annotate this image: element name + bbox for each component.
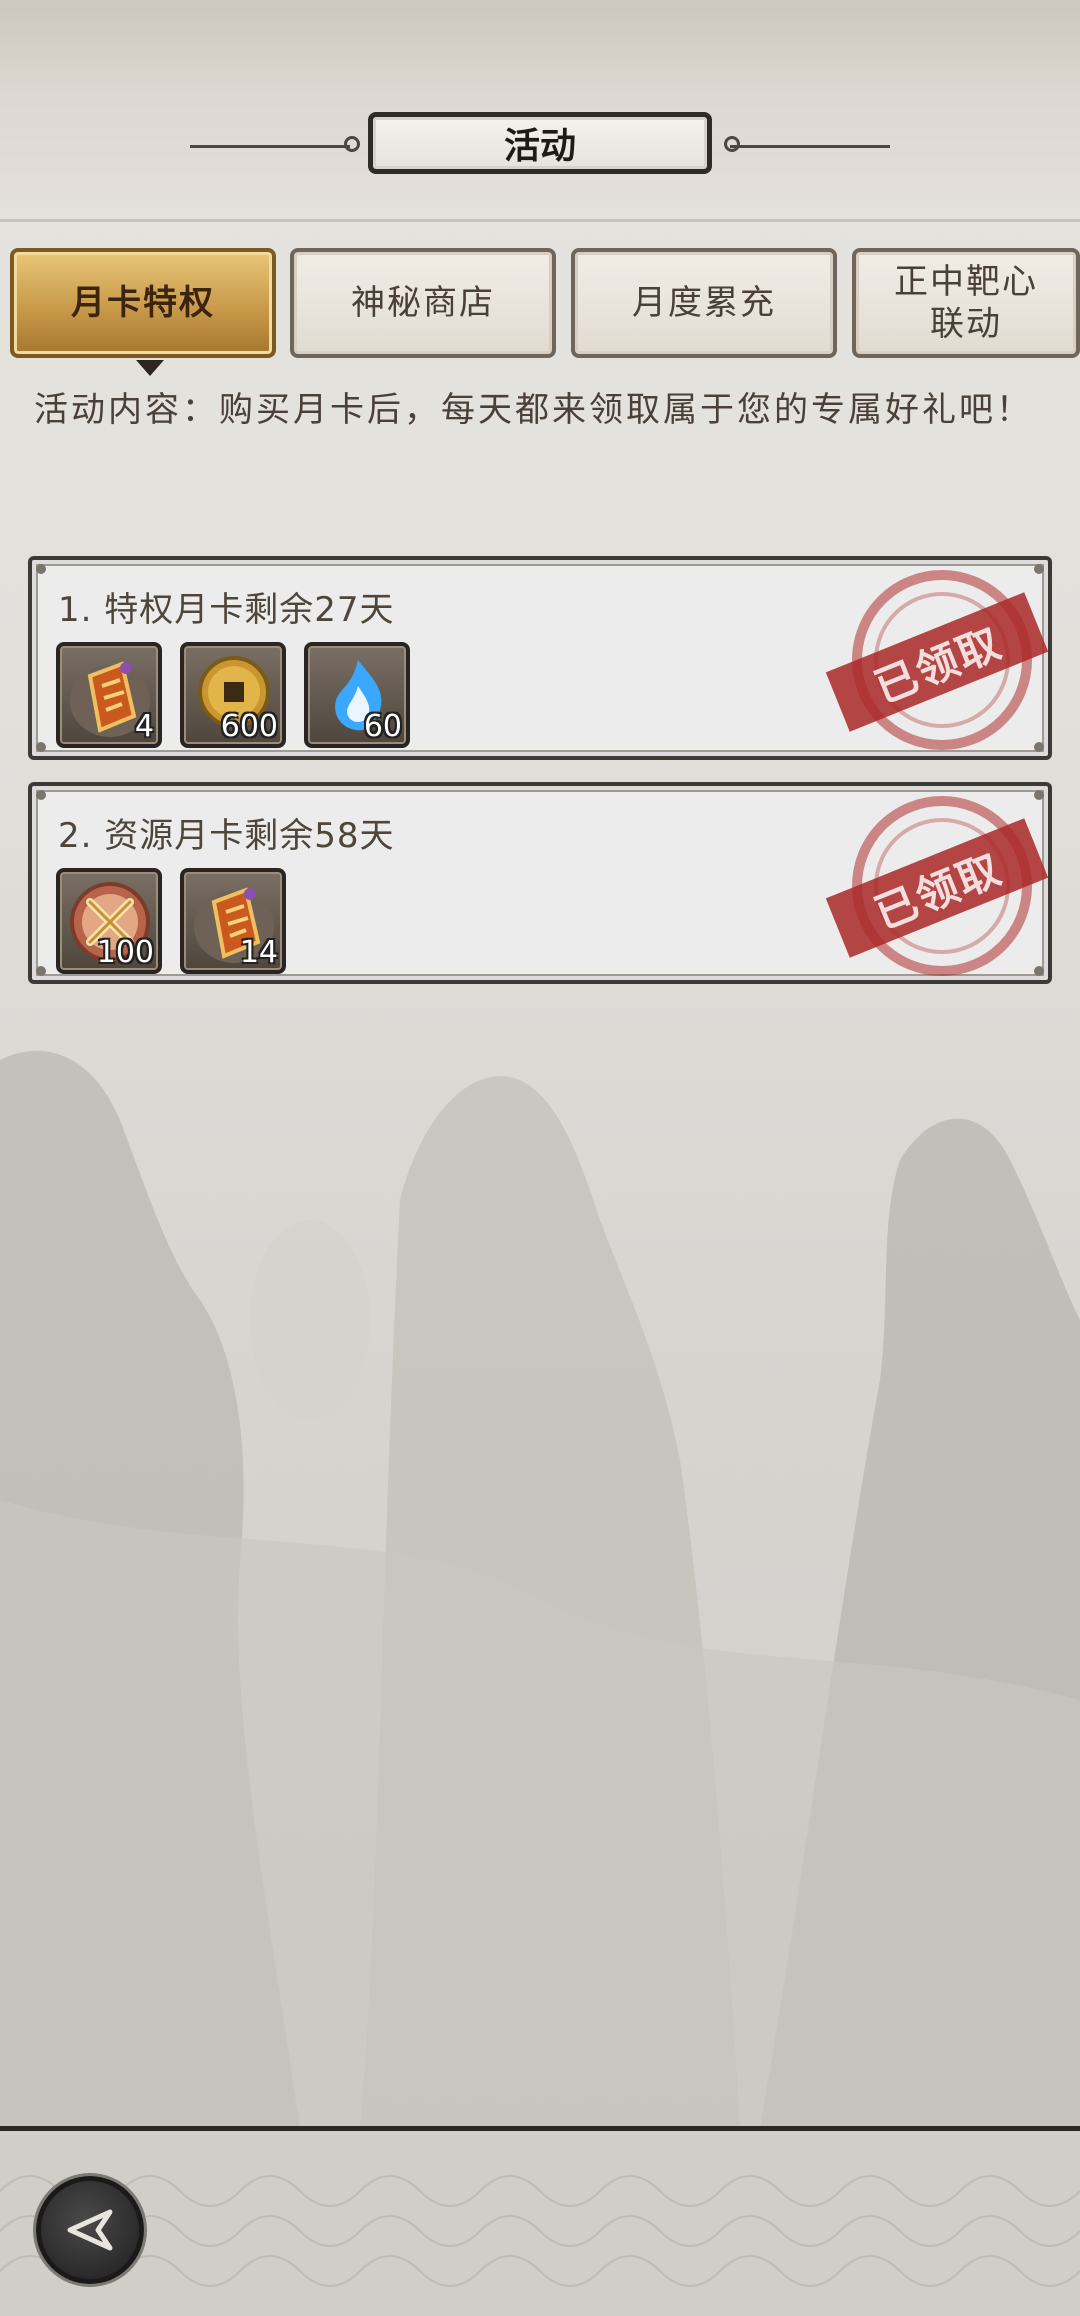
ink-mountain-background xyxy=(0,1050,1080,2128)
tab-label: 月卡特权 xyxy=(71,282,215,323)
bottom-bar xyxy=(0,2126,1080,2316)
title-ornament-right xyxy=(730,145,890,148)
title-ornament-left xyxy=(190,145,350,148)
reward-item-talisman[interactable]: 14 xyxy=(180,868,286,974)
tab-mystery-shop[interactable]: 神秘商店 xyxy=(290,248,556,358)
card-title: 1. 特权月卡剩余27天 xyxy=(58,590,395,630)
card-title: 2. 资源月卡剩余58天 xyxy=(58,816,395,856)
page-title: 活动 xyxy=(368,112,712,174)
card-rivet xyxy=(36,564,46,574)
claimed-stamp: 已领取 xyxy=(825,792,1049,982)
card-rivet xyxy=(36,742,46,752)
tab-label-line1: 正中靶心 xyxy=(894,261,1038,302)
title-knot-right xyxy=(724,136,740,152)
reward-item-coin[interactable]: 600 xyxy=(180,642,286,748)
tab-label: 神秘商店 xyxy=(351,282,495,323)
tab-label-line2: 联动 xyxy=(930,304,1002,344)
card-rivet xyxy=(1034,742,1044,752)
card-rivet xyxy=(1034,564,1044,574)
reward-items: 100 14 xyxy=(56,868,286,974)
tab-bar: 月卡特权 神秘商店 月度累充 正中靶心 联动 xyxy=(10,248,1080,376)
card-rivet xyxy=(36,790,46,800)
item-count: 14 xyxy=(239,935,278,970)
title-knot-left xyxy=(344,136,360,152)
tab-monthly-card[interactable]: 月卡特权 xyxy=(10,248,276,358)
reward-item-swords[interactable]: 100 xyxy=(56,868,162,974)
wave-pattern xyxy=(0,2175,1080,2287)
back-button[interactable] xyxy=(36,2176,144,2284)
item-count: 60 xyxy=(363,709,402,744)
reward-item-spirit-flame[interactable]: 60 xyxy=(304,642,410,748)
card-rivet xyxy=(1034,790,1044,800)
reward-card: 2. 资源月卡剩余58天 100 14 已领取 xyxy=(28,782,1052,984)
card-rivet xyxy=(36,966,46,976)
reward-item-talisman[interactable]: 4 xyxy=(56,642,162,748)
reward-card: 1. 特权月卡剩余27天 4 600 60 已领取 xyxy=(28,556,1052,760)
tab-collab-event[interactable]: 正中靶心 联动 xyxy=(852,248,1080,358)
tab-monthly-recharge[interactable]: 月度累充 xyxy=(571,248,837,358)
back-arrow-icon xyxy=(67,2209,113,2251)
event-description: 活动内容：购买月卡后，每天都来领取属于您的专属好礼吧！ xyxy=(34,390,1033,430)
tab-label: 月度累充 xyxy=(632,282,776,323)
card-rivet xyxy=(1034,966,1044,976)
item-count: 600 xyxy=(220,709,278,744)
item-count: 100 xyxy=(96,935,154,970)
reward-items: 4 600 60 xyxy=(56,642,410,748)
claimed-stamp: 已领取 xyxy=(825,566,1049,756)
item-count: 4 xyxy=(134,709,154,744)
active-tab-pointer xyxy=(136,360,164,376)
header-bar: 活动 xyxy=(0,0,1080,222)
